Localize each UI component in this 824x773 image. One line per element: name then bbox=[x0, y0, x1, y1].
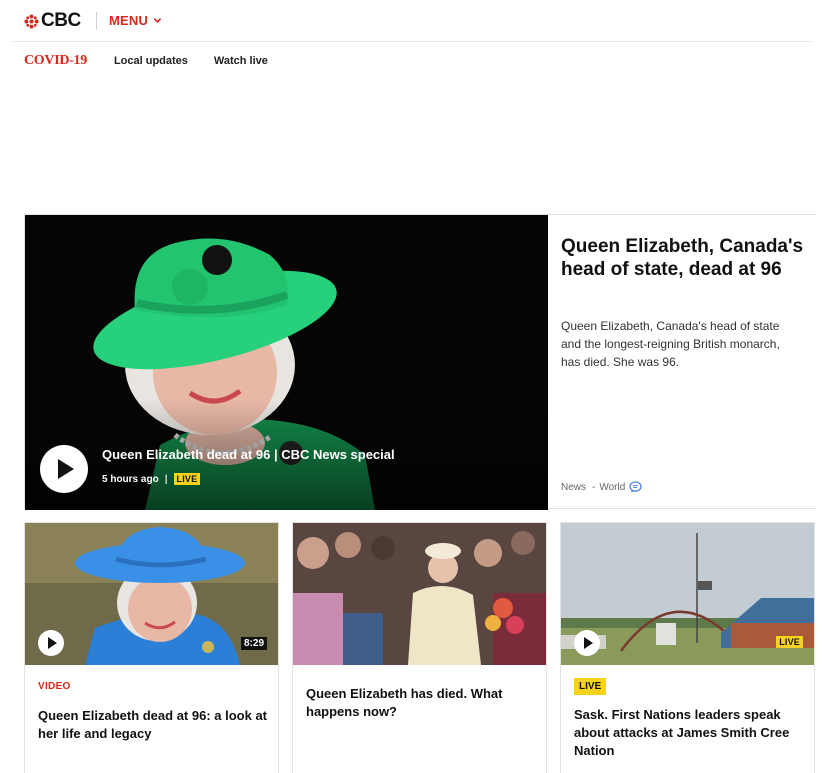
tag-separator: - bbox=[592, 481, 596, 493]
comment-icon[interactable] bbox=[629, 481, 642, 493]
card-title[interactable]: Sask. First Nations leaders speak about … bbox=[574, 706, 806, 760]
menu-label: MENU bbox=[109, 13, 149, 28]
story-card[interactable]: LIVE LIVE Sask. First Nations leaders sp… bbox=[560, 522, 815, 773]
live-badge: LIVE bbox=[173, 473, 201, 485]
card-eyebrow: VIDEO bbox=[38, 681, 71, 692]
hero-headline[interactable]: Queen Elizabeth, Canada's head of state,… bbox=[561, 235, 809, 281]
meta-separator: | bbox=[164, 473, 168, 485]
card-eyebrow-live: LIVE bbox=[574, 678, 607, 695]
card-title[interactable]: Queen Elizabeth has died. What happens n… bbox=[306, 685, 538, 721]
card-image-wrapper[interactable] bbox=[293, 523, 546, 665]
card-image bbox=[293, 523, 546, 665]
sub-navigation: COVID-19 Local updates Watch live bbox=[24, 52, 294, 70]
cbc-logo[interactable]: CBC bbox=[24, 10, 81, 32]
card-play-button[interactable] bbox=[574, 630, 600, 656]
chevron-down-icon bbox=[153, 18, 162, 23]
watch-live-link[interactable]: Watch live bbox=[214, 55, 268, 67]
story-card[interactable]: 8:29 VIDEO Queen Elizabeth dead at 96: a… bbox=[24, 522, 279, 773]
cbc-gem-icon bbox=[24, 13, 39, 29]
hero-video-meta: 5 hours ago | LIVE bbox=[102, 473, 201, 485]
hero-summary: Queen Elizabeth, Canada's head of state … bbox=[561, 319, 780, 369]
brand-wordmark: CBC bbox=[41, 10, 81, 31]
hero-play-button[interactable] bbox=[40, 445, 88, 493]
hero-timestamp: 5 hours ago bbox=[102, 473, 159, 485]
top-bar: CBC MENU bbox=[12, 0, 812, 42]
video-duration: 8:29 bbox=[240, 637, 267, 650]
menu-button[interactable]: MENU bbox=[109, 13, 162, 28]
hero-story[interactable]: Queen Elizabeth dead at 96 | CBC News sp… bbox=[24, 214, 816, 510]
hero-video[interactable]: Queen Elizabeth dead at 96 | CBC News sp… bbox=[25, 215, 548, 510]
card-play-button[interactable] bbox=[38, 630, 64, 656]
hero-tags: News - World bbox=[561, 481, 642, 493]
card-title[interactable]: Queen Elizabeth dead at 96: a look at he… bbox=[38, 707, 270, 743]
card-video[interactable]: 8:29 bbox=[25, 523, 278, 665]
tag-world[interactable]: World bbox=[599, 482, 625, 493]
hero-text-panel[interactable]: Queen Elizabeth, Canada's head of state,… bbox=[548, 215, 816, 508]
card-live-badge: LIVE bbox=[776, 636, 803, 648]
card-video[interactable]: LIVE bbox=[561, 523, 814, 665]
story-card[interactable]: Queen Elizabeth has died. What happens n… bbox=[292, 522, 547, 773]
header-divider bbox=[96, 12, 97, 30]
tag-news[interactable]: News bbox=[561, 482, 586, 493]
covid-section-link[interactable]: COVID-19 bbox=[24, 53, 87, 69]
hero-video-title[interactable]: Queen Elizabeth dead at 96 | CBC News sp… bbox=[102, 447, 395, 462]
local-updates-link[interactable]: Local updates bbox=[114, 55, 188, 67]
